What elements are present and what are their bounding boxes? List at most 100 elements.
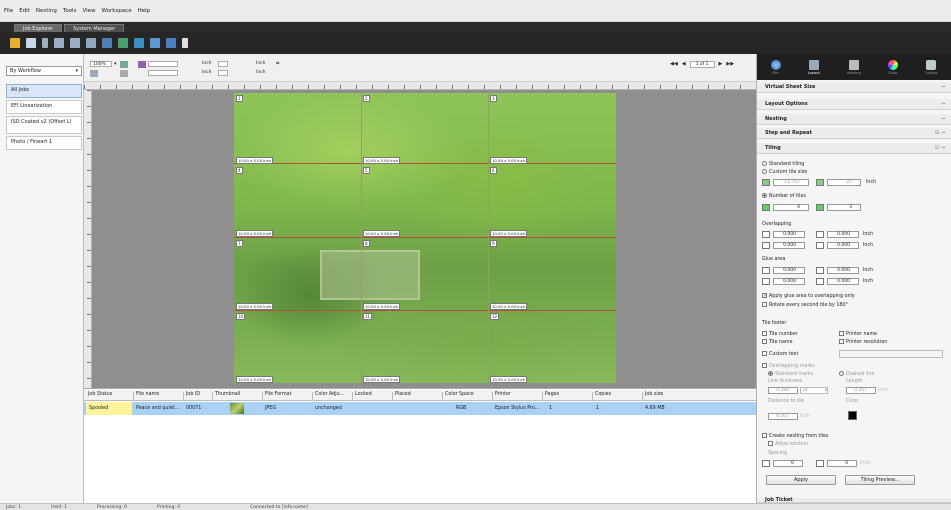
- job-image[interactable]: [234, 93, 616, 383]
- overlap-right-input[interactable]: 0.000: [827, 242, 859, 249]
- workflow-item-all-jobs[interactable]: All Jobs: [6, 84, 82, 98]
- menu-file[interactable]: File: [4, 8, 13, 14]
- y-position-field[interactable]: [148, 70, 178, 76]
- cut-tool-icon[interactable]: [134, 38, 144, 48]
- custom-text-input[interactable]: [839, 350, 943, 358]
- column-placed[interactable]: Placed: [392, 392, 411, 400]
- category-nesting[interactable]: Nesting: [847, 59, 861, 75]
- length-input[interactable]: 0.207: [846, 387, 876, 394]
- expand-icon[interactable]: →: [941, 84, 945, 90]
- spacing-y-input[interactable]: 0: [827, 460, 857, 467]
- nesting-from-tiles-checkbox[interactable]: Create nesting from tiles: [762, 433, 828, 439]
- dashed-line-option[interactable]: Dashed line: [839, 371, 874, 377]
- printer-settings-icon[interactable]: [86, 38, 96, 48]
- next-page-icon[interactable]: ▶: [719, 61, 723, 67]
- glue-bottom-input[interactable]: 0.000: [773, 278, 805, 285]
- section-virtual-sheet[interactable]: Virtual Sheet Size →: [757, 82, 951, 93]
- move-tool-icon[interactable]: [120, 70, 128, 77]
- printer-icon[interactable]: [70, 38, 80, 48]
- allow-rotation-checkbox[interactable]: Allow rotation: [768, 441, 808, 447]
- open-icon[interactable]: [10, 38, 20, 48]
- zoom-field[interactable]: 100%: [90, 61, 112, 67]
- menu-workspace[interactable]: Workspace: [102, 8, 132, 14]
- mark-color-swatch[interactable]: [848, 411, 857, 420]
- select-tool-icon[interactable]: [138, 61, 146, 68]
- constrain-proportions-icon[interactable]: ⌗: [276, 60, 279, 68]
- section-tiling[interactable]: Tiling ☑ →: [757, 143, 951, 154]
- rotate-tile-checkbox[interactable]: Rotate every second tile by 180°: [762, 302, 848, 308]
- width-field[interactable]: [218, 61, 228, 67]
- custom-tile-size-option[interactable]: Custom tile size: [762, 169, 807, 175]
- overlap-top-input[interactable]: 0.000: [773, 231, 805, 238]
- column-locked[interactable]: Locked: [352, 392, 372, 400]
- glue-top-input[interactable]: 0.000: [773, 267, 805, 274]
- print-icon[interactable]: [54, 38, 64, 48]
- printer-resolution-checkbox[interactable]: Printer resolution: [839, 339, 887, 345]
- section-step-repeat[interactable]: Step and Repeat ⊟ →: [757, 128, 951, 139]
- workflow-item-efi-linearization[interactable]: EFI Linearization: [6, 100, 82, 114]
- apply-glue-checkbox[interactable]: ✓ Apply glue area to overlapping only: [762, 293, 855, 299]
- toggle-icon[interactable]: ☑ →: [935, 145, 945, 151]
- tiling-preview-button[interactable]: Tiling Preview...: [845, 475, 915, 485]
- last-page-icon[interactable]: ▶▶: [726, 61, 734, 67]
- column-pages[interactable]: Pages: [542, 392, 559, 400]
- expand-icon[interactable]: →: [941, 116, 945, 122]
- toggle-icon[interactable]: ⊟ →: [935, 130, 945, 136]
- color-tool-icon[interactable]: [118, 38, 128, 48]
- section-nesting[interactable]: Nesting →: [757, 114, 951, 125]
- column-copies[interactable]: Copies: [592, 392, 611, 400]
- custom-text-checkbox[interactable]: Custom text: [762, 351, 798, 357]
- section-layout-options[interactable]: Layout Options →: [757, 99, 951, 110]
- custom-height-input[interactable]: 25: [827, 179, 861, 186]
- category-output[interactable]: Output: [925, 59, 937, 75]
- tiles-x-input[interactable]: 4: [773, 204, 809, 211]
- column-job-id[interactable]: Job ID: [183, 392, 200, 400]
- column-color-adjust[interactable]: Color Adju...: [312, 392, 344, 400]
- fit-icon[interactable]: [90, 70, 98, 77]
- column-color-space[interactable]: Color Space: [442, 392, 474, 400]
- tile-tool-icon[interactable]: [150, 38, 160, 48]
- apply-button[interactable]: Apply: [766, 475, 836, 485]
- queue-icon[interactable]: [42, 38, 48, 48]
- menu-nesting[interactable]: Nesting: [36, 8, 57, 14]
- category-layout[interactable]: Layout: [808, 59, 820, 75]
- tab-job-explorer[interactable]: Job Explorer: [14, 24, 63, 32]
- spacing-x-input[interactable]: 0: [773, 460, 803, 467]
- hot-folder-icon[interactable]: [26, 38, 36, 48]
- column-printer[interactable]: Printer: [492, 392, 511, 400]
- layout-icon[interactable]: [102, 38, 112, 48]
- column-job-size[interactable]: Job size: [642, 392, 663, 400]
- menu-help[interactable]: Help: [138, 8, 151, 14]
- tiles-y-input[interactable]: 3: [827, 204, 861, 211]
- workflow-item-iso-coated[interactable]: ISO Coated v2 (Offset L): [6, 116, 82, 134]
- column-file-format[interactable]: File Format: [262, 392, 291, 400]
- nest-tool-icon[interactable]: [166, 38, 176, 48]
- number-of-tiles-option[interactable]: Number of tiles: [762, 193, 806, 199]
- column-job-status[interactable]: Job Status: [86, 392, 112, 400]
- tile-number-checkbox[interactable]: Tile number: [762, 331, 798, 337]
- distance-input[interactable]: 0.207: [768, 413, 798, 420]
- column-file-name[interactable]: File name: [133, 392, 159, 400]
- standard-marks-option[interactable]: Standard marks: [768, 371, 813, 377]
- chevron-down-icon[interactable]: ▾: [114, 61, 117, 67]
- menu-edit[interactable]: Edit: [19, 8, 30, 14]
- custom-width-input[interactable]: 12.767: [773, 179, 809, 186]
- expand-icon[interactable]: →: [941, 101, 945, 107]
- line-thickness-input[interactable]: 0.284: [768, 387, 798, 394]
- tile-name-checkbox[interactable]: Tile name: [762, 339, 793, 345]
- first-page-icon[interactable]: ◀◀: [670, 61, 678, 67]
- overlap-left-input[interactable]: 0.000: [827, 231, 859, 238]
- standard-tiling-option[interactable]: Standard tiling: [762, 161, 804, 167]
- prev-page-icon[interactable]: ◀: [682, 61, 686, 67]
- height-field[interactable]: [218, 70, 228, 76]
- workflow-item-photo-fineart[interactable]: Photo / Fineart 1: [6, 136, 82, 150]
- column-thumbnail[interactable]: Thumbnail: [212, 392, 240, 400]
- glue-left-input[interactable]: 0.000: [827, 267, 859, 274]
- menu-tools[interactable]: Tools: [63, 8, 77, 14]
- overlapping-marks-checkbox[interactable]: Overlapping marks: [762, 363, 815, 369]
- info-icon[interactable]: [182, 38, 188, 48]
- printer-name-checkbox[interactable]: Printer name: [839, 331, 877, 337]
- category-file[interactable]: File: [770, 59, 781, 75]
- tab-system-manager[interactable]: System Manager: [64, 24, 125, 32]
- workflow-select[interactable]: By Workflow ▾: [6, 66, 82, 76]
